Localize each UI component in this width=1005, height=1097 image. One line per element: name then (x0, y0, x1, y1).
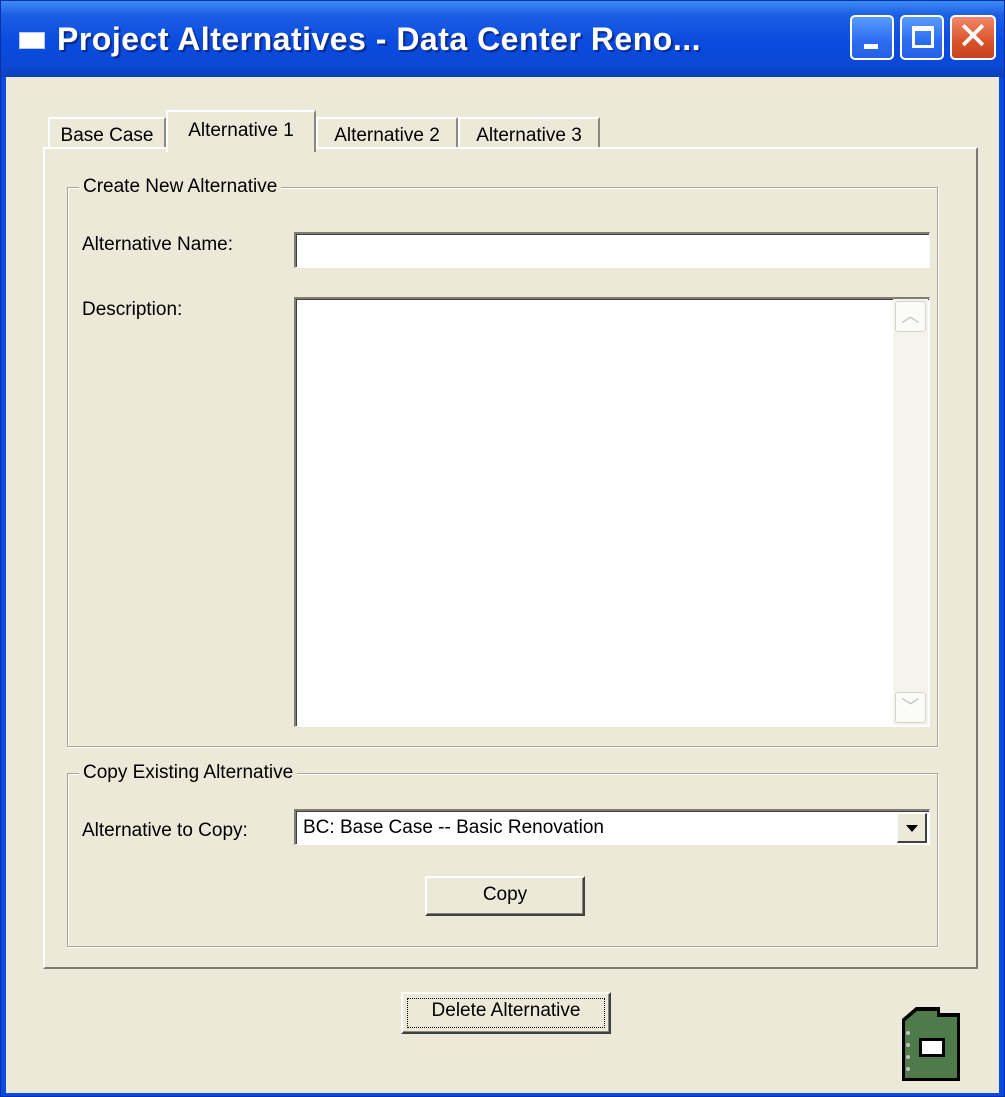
chevron-down-icon (906, 825, 918, 832)
maximize-button[interactable] (900, 15, 944, 60)
alternative-name-label: Alternative Name: (82, 234, 234, 255)
notebook-icon-graphic (902, 1007, 960, 1081)
tab-alternative-2[interactable]: Alternative 2 (316, 117, 458, 150)
window-title: Project Alternatives - Data Center Reno.… (57, 21, 701, 57)
title-bar[interactable]: Project Alternatives - Data Center Reno.… (1, 1, 1004, 77)
delete-alternative-button[interactable]: Delete Alternative (401, 992, 611, 1034)
minimize-button[interactable] (850, 15, 894, 60)
create-group-title: Create New Alternative (79, 175, 282, 199)
delete-button-label: Delete Alternative (431, 1000, 581, 1021)
alternative-to-copy-select[interactable]: BC: Base Case -- Basic Renovation (294, 809, 930, 845)
notebook-icon[interactable] (900, 1005, 967, 1083)
copy-button-label: Copy (482, 884, 528, 905)
close-button[interactable]: ✕ (950, 15, 996, 60)
description-label: Description: (82, 299, 183, 320)
selected-alternative: BC: Base Case -- Basic Renovation (303, 817, 604, 838)
tab-alternative-1[interactable]: Alternative 1 (166, 110, 316, 152)
scroll-down-icon[interactable]: ﹀ (895, 692, 926, 723)
tab-base-case[interactable]: Base Case (48, 117, 166, 150)
app-window: Project Alternatives - Data Center Reno.… (0, 0, 1005, 1097)
copy-existing-alternative-group: Copy Existing Alternative Alternative to… (67, 761, 938, 947)
create-new-alternative-group: Create New Alternative Alternative Name:… (67, 175, 938, 747)
maximize-icon (912, 26, 934, 48)
alternative-name-input[interactable] (294, 232, 930, 268)
alternative-to-copy-label: Alternative to Copy: (82, 820, 248, 841)
window-icon[interactable] (19, 32, 45, 49)
dropdown-button[interactable] (897, 813, 927, 843)
window-client: Base Case Alternative 1 Alternative 2 Al… (6, 77, 999, 1093)
scroll-up-icon[interactable]: ︿ (895, 301, 926, 332)
description-scrollbar[interactable]: ︿ ﹀ (893, 299, 928, 725)
copy-group-title: Copy Existing Alternative (79, 761, 298, 785)
copy-button[interactable]: Copy (425, 876, 585, 916)
minimize-icon (864, 44, 878, 49)
close-icon: ✕ (957, 16, 989, 58)
description-area: ︿ ﹀ (294, 297, 930, 727)
description-textarea[interactable] (294, 297, 930, 727)
tab-panel: Create New Alternative Alternative Name:… (43, 147, 978, 969)
tab-alternative-3[interactable]: Alternative 3 (458, 117, 600, 150)
